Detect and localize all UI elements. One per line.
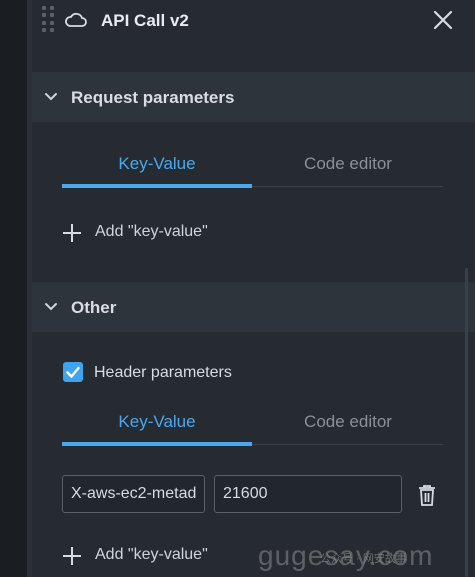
header-value-input[interactable] — [214, 475, 402, 513]
header-parameters-checkbox[interactable] — [63, 362, 83, 382]
section-title: Other — [71, 298, 117, 317]
check-icon — [66, 366, 80, 378]
tab-label: Key-Value — [118, 412, 196, 431]
drag-handle-icon[interactable] — [42, 6, 54, 32]
request-parameters-header[interactable]: Request parameters — [32, 72, 475, 122]
add-key-value-label: Add "key-value" — [95, 546, 208, 563]
scrollbar[interactable] — [465, 268, 468, 577]
tab-code-editor[interactable]: Code editor — [253, 406, 443, 446]
tab-active-indicator — [62, 184, 252, 188]
request-tabs: Key-Value Code editor — [62, 148, 443, 188]
api-call-panel: API Call v2 Request parameters Key-Value… — [32, 0, 475, 577]
panel-title: API Call v2 — [101, 11, 189, 30]
header-tabs: Key-Value Code editor — [62, 406, 443, 446]
trash-icon[interactable] — [417, 484, 437, 506]
tab-key-value[interactable]: Key-Value — [62, 148, 252, 188]
cloud-icon — [65, 12, 87, 27]
section-title: Request parameters — [71, 88, 235, 107]
plus-icon — [63, 547, 81, 565]
tab-active-indicator — [62, 442, 252, 446]
add-key-value-label: Add "key-value" — [95, 223, 208, 240]
tab-label: Code editor — [304, 412, 392, 431]
panel-titlebar: API Call v2 — [32, 0, 475, 40]
watermark: gugesay.com — [258, 540, 434, 571]
other-header[interactable]: Other — [32, 282, 475, 332]
header-parameters-label: Header parameters — [94, 364, 232, 381]
tab-code-editor[interactable]: Code editor — [253, 148, 443, 188]
chevron-down-icon — [45, 303, 57, 311]
plus-icon — [63, 224, 81, 242]
left-strip — [0, 0, 27, 577]
header-key-input[interactable] — [62, 475, 205, 513]
tab-key-value[interactable]: Key-Value — [62, 406, 252, 446]
tab-label: Code editor — [304, 154, 392, 173]
chevron-down-icon — [45, 93, 57, 101]
tab-label: Key-Value — [118, 154, 196, 173]
close-icon[interactable] — [431, 8, 455, 32]
